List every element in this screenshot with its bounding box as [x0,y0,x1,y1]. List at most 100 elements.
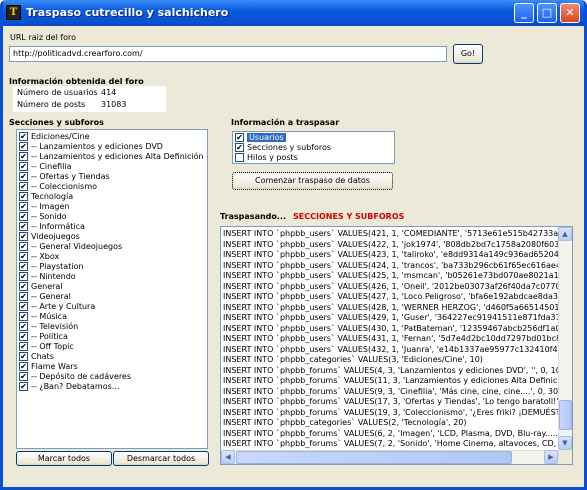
section-item[interactable]: ✔ -- Xbox [17,251,207,262]
scroll-left-icon[interactable]: ◀ [221,450,235,464]
title-bar[interactable]: T Traspaso cutrecillo y salchichero _ □ … [3,0,584,26]
section-item[interactable]: ✔ -- Lanzamientos y ediciones Alta Defini… [17,151,207,162]
section-item[interactable]: ✔ General [17,281,207,292]
sections-heading: Secciones y subforos [9,118,104,127]
scroll-up-icon[interactable]: ▲ [558,227,572,241]
section-item[interactable]: ✔ -- Arte y Cultura [17,301,207,312]
checkbox-icon[interactable]: ✔ [19,171,28,181]
section-item-label: -- Música [31,312,67,321]
checkbox-icon[interactable]: ✔ [19,321,28,331]
section-item[interactable]: ✔ -- Imagen [17,201,207,212]
section-item[interactable]: ✔ -- Informática [17,221,207,232]
checkbox-icon[interactable]: ✔ [19,191,28,201]
log-line: INSERT INTO `phpbb_users` VALUES(421, 1,… [223,229,558,238]
url-input[interactable]: http://politicadvd.crearforo.com/ [9,46,447,62]
section-item[interactable]: ✔ -- Depósito de cadáveres [17,371,207,382]
section-item[interactable]: ✔ -- Televisión [17,321,207,332]
section-item[interactable]: ✔ -- Ofertas y Tiendas [17,171,207,182]
log-line: INSERT INTO `phpbb_users` VALUES(428, 1,… [223,302,558,312]
section-item[interactable]: ✔ -- Política [17,331,207,342]
minimize-button[interactable]: _ [514,3,534,23]
section-item[interactable]: ✔ -- Cinefilia [17,161,207,172]
transfer-options-list[interactable]: ✔ Usuarios ✔ Secciones y subforos Hilos y po… [232,131,395,164]
select-all-button[interactable]: Marcar todos [16,451,112,466]
transfer-option[interactable]: ✔ Usuarios [233,132,394,143]
log-line: INSERT INTO `phpbb_forums` VALUES(7, 2, … [223,439,558,448]
checkbox-icon[interactable]: ✔ [19,241,28,251]
checkbox-icon[interactable]: ✔ [19,201,28,211]
section-item[interactable]: ✔ Ediciones/Cine [17,131,207,142]
section-item-label: -- Lanzamientos y ediciones Alta Definic… [31,152,207,161]
deselect-all-button[interactable]: Desmarcar todos [113,451,209,466]
checkbox-icon[interactable]: ✔ [235,142,244,152]
section-item[interactable]: ✔ -- Sonido [17,211,207,222]
checkbox-icon[interactable]: ✔ [19,371,28,381]
maximize-button[interactable]: □ [537,3,557,23]
section-item-label: Chats [31,352,54,361]
transfer-option[interactable]: ✔ Secciones y subforos [233,142,394,153]
checkbox-icon[interactable]: ✔ [19,341,28,351]
checkbox-icon[interactable]: ✔ [19,271,28,281]
checkbox-icon[interactable]: ✔ [19,361,28,371]
scroll-right-icon[interactable]: ▶ [544,450,558,464]
checkbox-icon[interactable]: ✔ [19,381,28,391]
checkbox-icon[interactable]: ✔ [19,141,28,151]
section-item[interactable]: ✔ Tecnología [17,191,207,202]
checkbox-icon[interactable]: ✔ [19,181,28,191]
sections-list[interactable]: ✔ Ediciones/Cine ✔ -- Lanzamientos y edicio… [16,129,208,449]
log-line: INSERT INTO `phpbb_forums` VALUES(6, 2, … [223,428,558,438]
log-content: INSERT INTO `phpbb_users` VALUES(421, 1,… [221,229,558,450]
close-button[interactable]: ✕ [560,3,580,23]
checkbox-icon[interactable]: ✔ [19,231,28,241]
section-item[interactable]: ✔ -- Off Topic [17,341,207,352]
log-line: INSERT INTO `phpbb_users` VALUES(422, 1,… [223,239,558,249]
app-window: T Traspaso cutrecillo y salchichero _ □ … [0,0,587,490]
transfer-option[interactable]: Hilos y posts [233,152,394,163]
checkbox-icon[interactable]: ✔ [19,261,28,271]
checkbox-icon[interactable]: ✔ [19,311,28,321]
checkbox-icon[interactable]: ✔ [19,151,28,161]
section-item-label: -- Depósito de cadáveres [31,372,132,381]
section-item[interactable]: ✔ Flame Wars [17,361,207,372]
log-box[interactable]: INSERT INTO `phpbb_users` VALUES(421, 1,… [220,226,573,465]
section-item[interactable]: ✔ -- Lanzamientos y ediciones DVD [17,141,207,152]
section-item[interactable]: ✔ -- Música [17,311,207,322]
horizontal-scroll-thumb[interactable] [236,451,512,464]
checkbox-icon[interactable]: ✔ [19,131,28,141]
scroll-down-icon[interactable]: ▼ [558,436,572,450]
log-line: INSERT INTO `phpbb_users` VALUES(429, 1,… [223,313,558,322]
section-item[interactable]: ✔ Chats [17,351,207,362]
checkbox-icon[interactable]: ✔ [19,161,28,171]
checkbox-icon[interactable]: ✔ [19,331,28,341]
section-item[interactable]: ✔ -- General Videojuegos [17,241,207,252]
start-transfer-button[interactable]: Comenzar traspaso de datos [232,172,393,190]
log-vertical-scrollbar[interactable]: ▲ ▼ [558,227,572,450]
section-item-label: -- Arte y Cultura [31,302,96,311]
go-button[interactable]: Go! [453,44,483,64]
vertical-scroll-thumb[interactable] [559,400,572,430]
checkbox-icon[interactable]: ✔ [235,132,244,142]
checkbox-icon[interactable]: ✔ [19,251,28,261]
transfer-option-label: Secciones y subforos [247,143,332,152]
log-horizontal-scrollbar[interactable]: ◀ ▶ [221,450,558,464]
section-item-label: -- Playstation [31,262,84,271]
checkbox-icon[interactable]: ✔ [19,301,28,311]
url-label: URL raiz del foro [10,33,77,42]
section-item-label: -- Nintendo [31,272,76,281]
section-item[interactable]: ✔ Videojuegos [17,231,207,242]
info-heading: Información obtenida del foro [9,77,144,86]
section-item[interactable]: ✔ -- Nintendo [17,271,207,282]
section-item-label: -- Cinefilia [31,162,72,171]
checkbox-icon[interactable]: ✔ [19,221,28,231]
section-item[interactable]: ✔ -- Playstation [17,261,207,272]
checkbox-icon[interactable]: ✔ [19,211,28,221]
checkbox-icon[interactable] [235,152,244,162]
section-item[interactable]: ✔ -- Coleccionismo [17,181,207,192]
progress-stage: SECCIONES Y SUBFOROS [293,212,405,221]
section-item[interactable]: ✔ -- General [17,291,207,302]
section-item-label: -- Ofertas y Tiendas [31,172,110,181]
checkbox-icon[interactable]: ✔ [19,351,28,361]
checkbox-icon[interactable]: ✔ [19,281,28,291]
checkbox-icon[interactable]: ✔ [19,291,28,301]
section-item[interactable]: ✔ -- ¿Ban? Debatamos... [17,381,207,392]
